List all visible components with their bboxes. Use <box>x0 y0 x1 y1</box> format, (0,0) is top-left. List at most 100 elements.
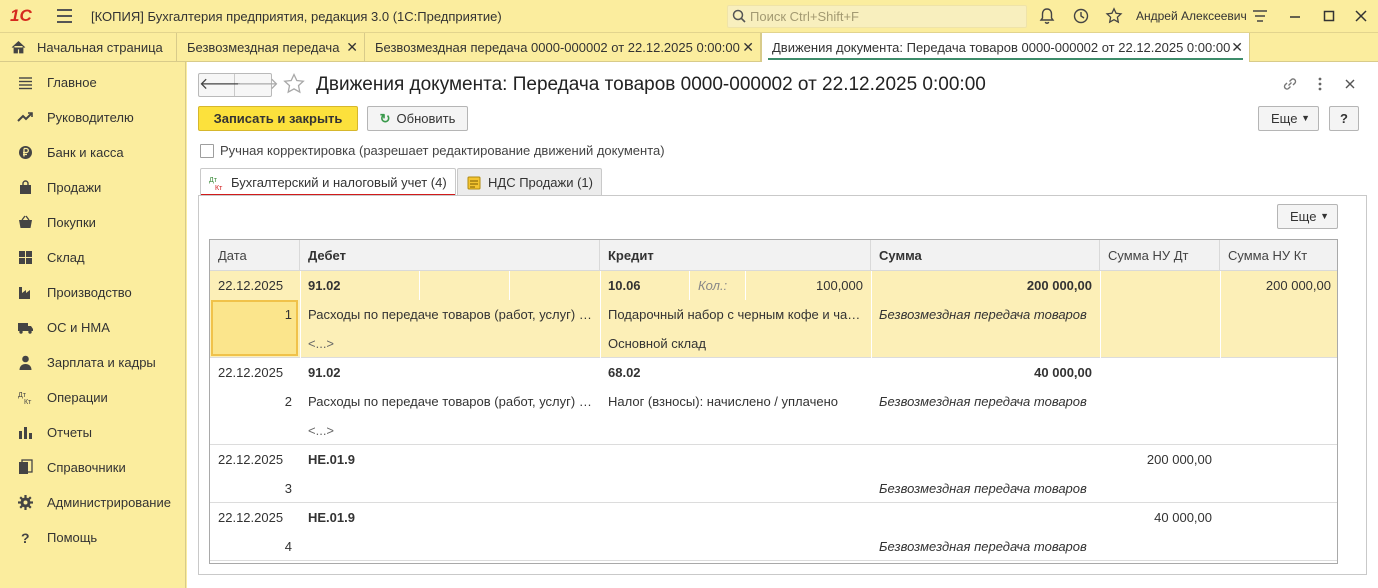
table-row[interactable]: 22.12.2025 1 91.02 Расходы по передаче т… <box>210 271 1337 358</box>
table-row[interactable]: 22.12.2025 4 НЕ.01.9 Безвозмездная перед… <box>210 503 1337 561</box>
factory-icon <box>19 287 30 299</box>
bell-icon[interactable] <box>1038 7 1056 25</box>
grid-more-button[interactable]: Еще ▼ <box>1277 204 1338 229</box>
close-tab-icon[interactable]: ✕ <box>1231 39 1243 56</box>
sidebar-item-reports[interactable]: Отчеты <box>0 415 186 450</box>
sidebar-item-salary[interactable]: Зарплата и кадры <box>0 345 186 380</box>
sidebar-item-sales[interactable]: Продажи <box>0 170 186 205</box>
movements-table[interactable]: Дата Дебет Кредит Сумма Сумма НУ Дт Сумм… <box>209 239 1338 564</box>
row-number: 4 <box>284 539 292 554</box>
debit-subconto-2: <...> <box>308 336 335 351</box>
save-and-close-button[interactable]: Записать и закрыть <box>198 106 358 131</box>
sidebar-item-references[interactable]: Справочники <box>0 450 186 485</box>
history-icon[interactable] <box>1072 7 1090 25</box>
sidebar-item-warehouse[interactable]: Склад <box>0 240 186 275</box>
refresh-button[interactable]: ↻ Обновить <box>367 106 468 131</box>
row-date: 22.12.2025 <box>218 452 284 467</box>
link-icon[interactable] <box>1281 75 1299 93</box>
user-name[interactable]: Андрей Алексеевич <box>1136 9 1247 23</box>
column-header-sum[interactable]: Сумма <box>871 240 1100 271</box>
tab-transfer-document[interactable]: Безвозмездная передача 0000-000002 от 22… <box>365 33 761 62</box>
basket-icon <box>19 215 32 228</box>
sidebar-item-manager[interactable]: Руководителю <box>0 100 186 135</box>
manual-correction-checkbox[interactable] <box>200 144 214 158</box>
table-header: Дата Дебет Кредит Сумма Сумма НУ Дт Сумм… <box>210 240 1337 271</box>
truck-icon <box>18 323 33 334</box>
sidebar-item-help[interactable]: ? Помощь <box>0 520 186 555</box>
sidebar-item-label: ОС и НМА <box>47 320 110 335</box>
minimize-icon[interactable] <box>1286 7 1304 25</box>
gear-icon <box>18 495 33 510</box>
sidebar-item-label: Руководителю <box>47 110 134 125</box>
credit-subconto-2: Основной склад <box>608 336 706 351</box>
svg-text:?: ? <box>21 530 30 546</box>
navigation-buttons: 🡐 🡒 <box>198 73 279 97</box>
column-header-debit[interactable]: Дебет <box>300 240 600 271</box>
row-sum-nu-dt: 40 000,00 <box>1154 510 1212 525</box>
sidebar-item-fixed-assets[interactable]: ОС и НМА <box>0 310 186 345</box>
row-content: Безвозмездная передача товаров <box>879 394 1087 409</box>
chevron-down-icon: ▼ <box>1301 113 1310 123</box>
tab-transfer-list[interactable]: Безвозмездная передача ✕ <box>177 33 365 62</box>
sidebar-item-label: Администрирование <box>47 495 171 510</box>
sidebar-item-admin[interactable]: Администрирование <box>0 485 186 520</box>
column-header-date[interactable]: Дата <box>210 240 300 271</box>
more-vertical-icon[interactable] <box>1311 75 1329 93</box>
manual-correction-label[interactable]: Ручная корректировка (разрешает редактир… <box>220 143 665 158</box>
sidebar-item-production[interactable]: Производство <box>0 275 186 310</box>
more-label: Еще <box>1290 209 1317 224</box>
search-box[interactable] <box>727 5 1027 28</box>
row-number: 1 <box>284 307 292 322</box>
column-header-sum-nu-dt[interactable]: Сумма НУ Дт <box>1100 240 1220 271</box>
column-header-sum-nu-kt[interactable]: Сумма НУ Кт <box>1220 240 1337 271</box>
close-form-icon[interactable] <box>1341 75 1359 93</box>
sidebar-item-operations[interactable]: Дт Кт Операции <box>0 380 186 415</box>
tab-label: НДС Продажи (1) <box>488 175 593 190</box>
svg-text:Дт: Дт <box>18 392 27 399</box>
help-button[interactable]: ? <box>1329 106 1359 131</box>
row-sum: 200 000,00 <box>1026 278 1092 293</box>
debit-account: НЕ.01.9 <box>308 510 355 525</box>
table-row[interactable]: 22.12.2025 3 НЕ.01.9 Безвозмездная перед… <box>210 445 1337 503</box>
star-icon[interactable] <box>1105 7 1123 25</box>
page-title: Движения документа: Передача товаров 000… <box>316 74 986 95</box>
sidebar-item-purchases[interactable]: Покупки <box>0 205 186 240</box>
sidebar-item-label: Операции <box>47 390 108 405</box>
books-icon <box>19 459 33 474</box>
sidebar-item-label: Зарплата и кадры <box>47 355 156 370</box>
close-tab-icon[interactable]: ✕ <box>346 39 358 56</box>
row-sum <box>871 503 1100 532</box>
dt-label: Дт <box>209 177 218 184</box>
chevron-down-icon: ▼ <box>1320 211 1329 221</box>
tab-accounting[interactable]: Дт Кт Бухгалтерский и налоговый учет (4) <box>200 168 456 196</box>
more-button[interactable]: Еще ▼ <box>1258 106 1319 131</box>
sidebar-item-main[interactable]: Главное <box>0 65 186 100</box>
tab-document-movements[interactable]: Движения документа: Передача товаров 000… <box>761 33 1250 62</box>
refresh-label: Обновить <box>396 111 456 126</box>
sidebar-item-label: Отчеты <box>47 425 92 440</box>
app-logo: 1С <box>10 6 32 25</box>
row-number: 2 <box>284 394 292 409</box>
credit-account: 68.02 <box>608 365 641 380</box>
favorite-star-icon[interactable] <box>282 72 306 96</box>
debit-account: 91.02 <box>308 365 341 380</box>
search-input[interactable] <box>750 7 1020 26</box>
main-menu-icon[interactable] <box>57 9 72 23</box>
tab-vat-sales[interactable]: НДС Продажи (1) <box>457 168 602 195</box>
row-sum-nu-kt <box>1220 503 1337 532</box>
kt-label: Кт <box>215 185 223 191</box>
back-arrow-icon[interactable]: 🡐 <box>199 74 242 96</box>
title-bar: 1С [КОПИЯ] Бухгалтерия предприятия, реда… <box>0 0 1378 33</box>
table-row[interactable]: 22.12.2025 2 91.02 Расходы по передаче т… <box>210 358 1337 445</box>
credit-qty: 100,000 <box>816 278 863 293</box>
maximize-icon[interactable] <box>1320 7 1338 25</box>
close-icon[interactable] <box>1352 7 1370 25</box>
close-tab-icon[interactable]: ✕ <box>742 39 754 56</box>
column-header-credit[interactable]: Кредит <box>600 240 871 271</box>
search-icon <box>732 9 746 23</box>
sidebar-item-bank[interactable]: Банк и касса <box>0 135 186 170</box>
tab-home[interactable]: Начальная страница <box>0 33 177 62</box>
forward-arrow-icon[interactable]: 🡒 <box>236 74 279 96</box>
dt-kt-icon: ДтКт <box>209 177 223 191</box>
settings-icon[interactable] <box>1251 7 1269 25</box>
